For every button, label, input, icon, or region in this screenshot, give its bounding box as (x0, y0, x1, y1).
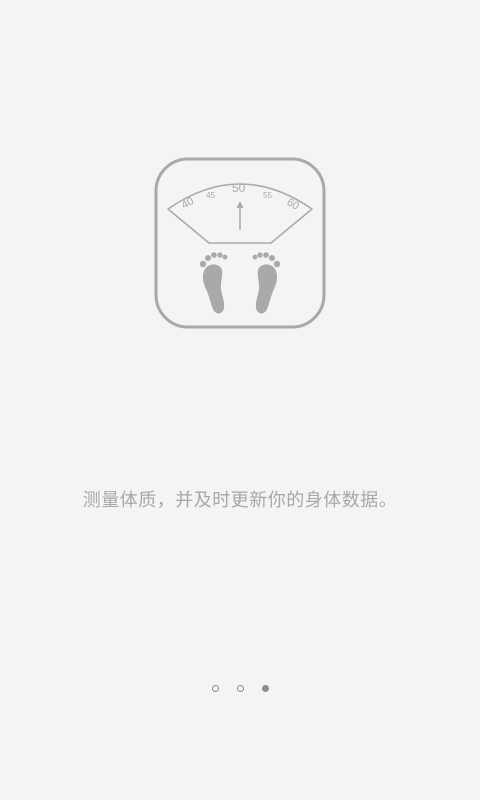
dial-label-60: 60 (285, 196, 302, 213)
dial-label-45: 45 (206, 191, 215, 200)
dial-label-55: 55 (263, 191, 272, 200)
onboarding-caption: 测量体质，并及时更新你的身体数据。 (82, 490, 398, 511)
page-dot-3-active[interactable] (261, 685, 269, 692)
bathroom-scale-icon: 40 45 50 55 60 (154, 157, 326, 329)
dial-label-40: 40 (180, 195, 197, 212)
page-dot-1[interactable] (211, 685, 219, 692)
dial-label-50: 50 (232, 181, 246, 195)
left-footprint-icon (199, 252, 228, 314)
page-indicator (0, 683, 480, 695)
onboarding-screen: 40 45 50 55 60 测量体质，并及时更新你的身体数据。 (0, 0, 480, 800)
page-dot-2[interactable] (236, 685, 244, 692)
right-footprint-icon (252, 252, 281, 314)
